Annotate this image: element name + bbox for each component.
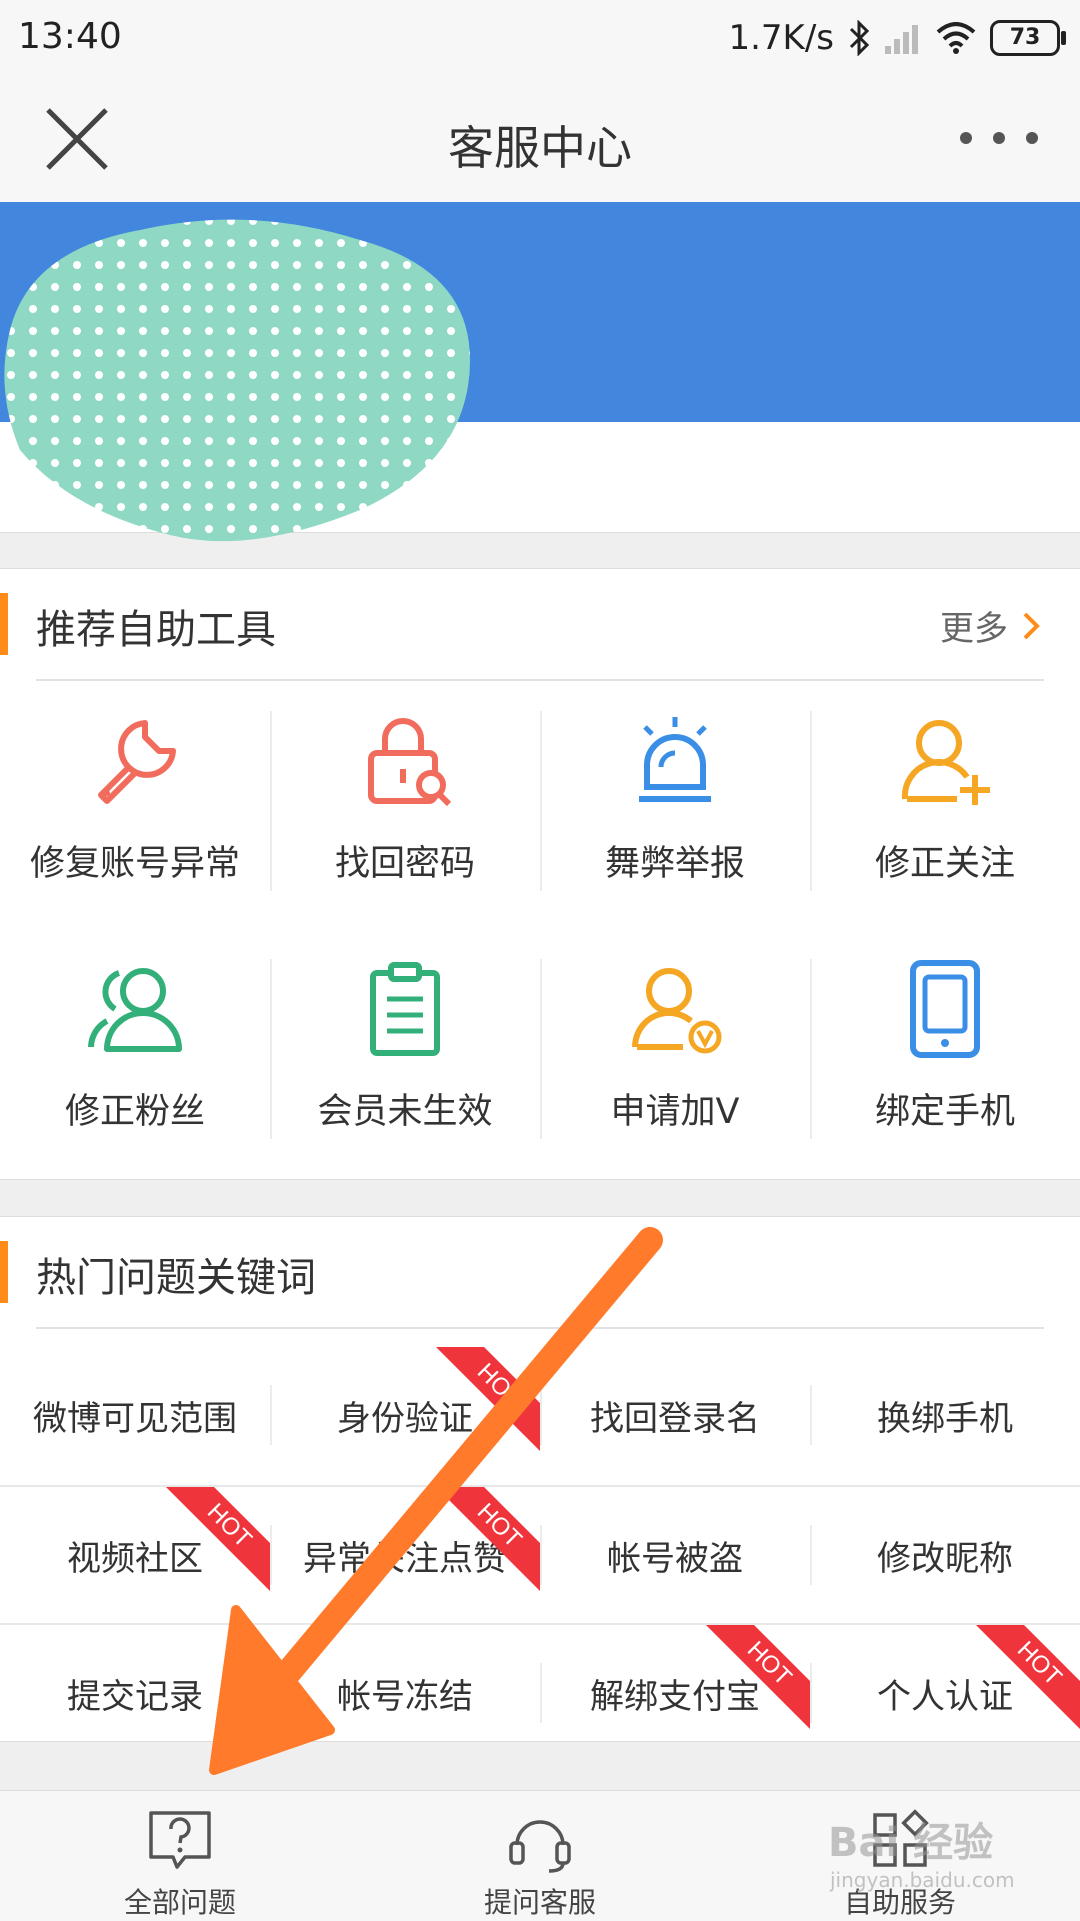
status-indicators: 1.7K/s 73 xyxy=(728,16,1066,60)
clipboard-icon xyxy=(370,962,440,1056)
keywords-row: 微博可见范围 身份验证 HOT 找回登录名 换绑手机 xyxy=(0,1347,1080,1483)
tool-fix-account[interactable]: 修复账号异常 xyxy=(0,711,270,891)
nav-bar: 客服中心 xyxy=(0,76,1080,203)
tool-membership[interactable]: 会员未生效 xyxy=(270,959,540,1139)
user-add-icon xyxy=(901,720,990,805)
hot-section-title: 热门问题关键词 xyxy=(36,1255,316,1301)
keyword-label: 帐号冻结 xyxy=(337,1677,473,1717)
keyword-label: 换绑手机 xyxy=(877,1399,1013,1439)
keyword-label: 修改昵称 xyxy=(877,1539,1013,1579)
keyword-item[interactable]: 换绑手机 xyxy=(810,1347,1080,1483)
tool-label: 修正粉丝 xyxy=(64,1092,205,1132)
keyword-item[interactable]: 异常关注点赞 HOT xyxy=(270,1487,540,1623)
keyword-item[interactable]: 修改昵称 xyxy=(810,1487,1080,1623)
tool-label: 修复账号异常 xyxy=(29,844,240,884)
keyword-label: 提交记录 xyxy=(67,1677,203,1717)
signal-icon xyxy=(885,25,918,54)
watermark-logo: Bai 经验 xyxy=(828,1820,994,1866)
tools-row: 修正粉丝 会员未生效 申请加V 绑定手机 xyxy=(0,959,1080,1159)
section-accent-bar xyxy=(0,593,8,655)
tool-label: 申请加V xyxy=(610,1092,740,1132)
tool-label: 找回密码 xyxy=(334,844,475,884)
lock-search-icon xyxy=(368,718,452,807)
tab-label: 提问客服 xyxy=(483,1886,596,1919)
more-dots-icon[interactable] xyxy=(958,126,1040,150)
keyword-item[interactable]: 提交记录 xyxy=(0,1625,270,1761)
section-accent-bar xyxy=(0,1241,8,1303)
tool-recover-password[interactable]: 找回密码 xyxy=(270,711,540,891)
watermark-url: jingyan.baidu.com xyxy=(830,1868,1015,1892)
tool-label: 修正关注 xyxy=(874,844,1015,884)
hot-section-header: 热门问题关键词 xyxy=(0,1217,1080,1327)
tools-section: 推荐自助工具 更多 修复账号异常 找回密码 舞弊举报 修正关注 修正粉丝 会员未… xyxy=(0,568,1080,1180)
tab-ask-service[interactable]: 提问客服 xyxy=(360,1791,720,1921)
section-divider xyxy=(36,679,1044,681)
tool-label: 舞弊举报 xyxy=(604,844,745,884)
keyword-label: 微博可见范围 xyxy=(33,1399,237,1439)
section-divider xyxy=(36,1327,1044,1329)
tool-fix-following[interactable]: 修正关注 xyxy=(810,711,1080,891)
user-verified-icon xyxy=(631,968,722,1054)
tab-all-questions[interactable]: 全部问题 xyxy=(0,1791,360,1921)
tools-row: 修复账号异常 找回密码 舞弊举报 修正关注 xyxy=(0,711,1080,911)
keywords-row: 提交记录 帐号冻结 解绑支付宝 HOT 个人认证 HOT xyxy=(0,1623,1080,1761)
keyword-item[interactable]: 帐号被盗 xyxy=(540,1487,810,1623)
page-title: 客服中心 xyxy=(448,121,632,175)
phone-icon xyxy=(910,960,980,1058)
keyword-item[interactable]: 帐号冻结 xyxy=(270,1625,540,1761)
more-link[interactable]: 更多 xyxy=(940,601,1040,650)
keyword-label: 帐号被盗 xyxy=(607,1539,743,1579)
tool-label: 绑定手机 xyxy=(874,1092,1015,1132)
wrench-icon xyxy=(98,720,176,804)
tools-section-title: 推荐自助工具 xyxy=(36,607,276,653)
tool-fix-fans[interactable]: 修正粉丝 xyxy=(0,959,270,1139)
status-bar: 13:40 1.7K/s 73 xyxy=(0,0,1080,76)
more-link-label: 更多 xyxy=(940,609,1008,649)
tool-apply-v[interactable]: 申请加V xyxy=(540,959,810,1139)
users-icon xyxy=(88,968,182,1052)
redaction-scribble xyxy=(4,219,470,542)
bluetooth-icon xyxy=(849,20,870,56)
chevron-right-icon xyxy=(1023,612,1040,639)
keyword-item[interactable]: 找回登录名 xyxy=(540,1347,810,1483)
keyword-item[interactable]: 视频社区 HOT xyxy=(0,1487,270,1623)
alarm-icon xyxy=(639,717,711,802)
wifi-icon xyxy=(936,22,976,54)
keyword-item[interactable]: 微博可见范围 xyxy=(0,1347,270,1483)
tab-label: 全部问题 xyxy=(123,1886,236,1919)
headset-icon xyxy=(509,1820,571,1873)
keyword-label: 找回登录名 xyxy=(590,1399,760,1439)
keyword-item[interactable]: 解绑支付宝 HOT xyxy=(540,1625,810,1761)
tool-label: 会员未生效 xyxy=(317,1092,493,1132)
status-time: 13:40 xyxy=(18,16,122,57)
hot-keywords-section: 热门问题关键词 微博可见范围 身份验证 HOT 找回登录名 换绑手机 视频社区 … xyxy=(0,1216,1080,1742)
keyword-item[interactable]: 个人认证 HOT xyxy=(810,1625,1080,1761)
tools-section-header: 推荐自助工具 更多 xyxy=(0,569,1080,679)
tool-fraud-report[interactable]: 舞弊举报 xyxy=(540,711,810,891)
battery-icon: 73 xyxy=(990,20,1066,56)
net-speed: 1.7K/s xyxy=(728,18,834,58)
tool-bind-phone[interactable]: 绑定手机 xyxy=(810,959,1080,1139)
keywords-row: 视频社区 HOT 异常关注点赞 HOT 帐号被盗 修改昵称 xyxy=(0,1485,1080,1623)
question-bubble-icon xyxy=(149,1811,211,1869)
keyword-item[interactable]: 身份验证 HOT xyxy=(270,1347,540,1483)
